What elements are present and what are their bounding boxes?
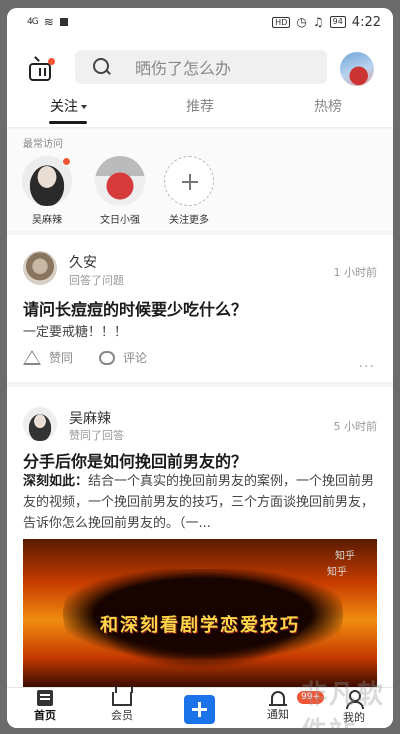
tv-icon[interactable]: [29, 63, 51, 81]
status-bar: 4G ≋ HD ◷ ♫ 94 4:22: [7, 8, 393, 36]
home-icon: [37, 690, 53, 706]
signal-icon: 4G: [27, 17, 39, 27]
bell-icon: [269, 691, 287, 706]
question-title[interactable]: 请问长痘痘的时候要少吃什么？: [23, 296, 247, 320]
chevron-down-icon: [81, 105, 87, 109]
author-name[interactable]: 久安: [69, 252, 97, 272]
activity-text: 赞同了回答: [69, 429, 124, 442]
avatar[interactable]: [23, 251, 57, 285]
answer-excerpt[interactable]: 深刻如此：结合一个真实的挽回前男友的案例，一个挽回前男友的视频，一个挽回前男友的…: [23, 471, 377, 534]
media-watermark: 知乎: [327, 567, 347, 578]
feed-card[interactable]: 吴麻辣 赞同了回答 5 小时前 分手后你是如何挽回前男友的？ 深刻如此：结合一个…: [7, 387, 393, 687]
video-thumbnail[interactable]: 知乎 知乎 和深刻看剧学恋爱技巧: [23, 539, 377, 687]
alarm-icon: ◷: [296, 15, 307, 29]
comment-button[interactable]: 评论: [99, 349, 147, 366]
answer-author: 深刻如此：: [23, 474, 89, 489]
timestamp: 1 小时前: [333, 266, 378, 279]
site-watermark: 非凡软件站: [301, 680, 386, 728]
avatar: [95, 156, 145, 206]
media-caption: 和深刻看剧学恋爱技巧: [100, 615, 300, 636]
crown-icon: [112, 687, 133, 706]
more-icon[interactable]: ···: [359, 359, 375, 375]
frequent-item-label: 关注更多: [169, 215, 209, 226]
author-name[interactable]: 吴麻辣: [69, 408, 111, 428]
tab-membership[interactable]: 会员: [95, 687, 149, 723]
top-header: 晒伤了怎么办: [7, 36, 393, 92]
status-time: 4:22: [351, 14, 381, 30]
hd-icon: HD: [272, 16, 291, 28]
avatar[interactable]: [23, 407, 57, 441]
media-watermark: 知乎: [335, 551, 355, 562]
search-bar[interactable]: 晒伤了怎么办: [75, 50, 327, 84]
create-button[interactable]: [184, 695, 215, 724]
plus-icon: [182, 174, 198, 190]
battery-icon: 94: [329, 16, 346, 28]
frequent-item[interactable]: 文日小强: [90, 156, 150, 226]
activity-text: 回答了问题: [69, 274, 124, 287]
active-tab-indicator: [49, 121, 87, 124]
user-avatar[interactable]: [340, 52, 374, 86]
answer-excerpt[interactable]: 一定要戒糖！！！: [23, 321, 127, 340]
new-dot: [62, 157, 71, 166]
card-actions: 赞同 评论: [23, 349, 173, 366]
add-circle: [164, 156, 214, 206]
search-icon: [93, 58, 111, 76]
phone-screen: 4G ≋ HD ◷ ♫ 94 4:22 晒伤了怎么办 关注 推荐 热榜 最常访问: [7, 8, 393, 728]
search-input[interactable]: 晒伤了怎么办: [135, 55, 231, 79]
frequent-item-label: 文日小强: [100, 215, 140, 226]
question-title[interactable]: 分手后你是如何挽回前男友的？: [23, 448, 247, 472]
follow-more-button[interactable]: 关注更多: [159, 156, 219, 226]
upvote-icon: [23, 350, 41, 365]
tab-recommend[interactable]: 推荐: [186, 96, 214, 116]
avatar: [22, 156, 72, 206]
tab-label: 通知: [267, 708, 289, 721]
timestamp: 5 小时前: [333, 420, 378, 433]
tab-following[interactable]: 关注: [50, 96, 87, 116]
frequent-item[interactable]: 吴麻辣: [17, 156, 77, 226]
tab-label: 关注: [50, 99, 78, 115]
comment-label: 评论: [123, 351, 148, 365]
wifi-icon: ≋: [43, 15, 54, 29]
feed-tabs: 关注 推荐 热榜: [7, 92, 393, 128]
tab-label: 会员: [111, 709, 133, 722]
frequent-visits: 最常访问 吴麻辣 文日小强 关注更多: [7, 129, 393, 231]
tab-hot[interactable]: 热榜: [314, 96, 342, 116]
mute-icon: ♫: [312, 15, 324, 29]
feed-card[interactable]: 久安 回答了问题 1 小时前 请问长痘痘的时候要少吃什么？ 一定要戒糖！！！ 赞…: [7, 235, 393, 382]
upvote-button[interactable]: 赞同: [23, 349, 73, 366]
section-title: 最常访问: [23, 139, 63, 150]
frequent-item-label: 吴麻辣: [32, 215, 62, 226]
comment-icon: [99, 350, 116, 365]
notification-icon: [59, 18, 68, 26]
tab-label: 首页: [34, 709, 56, 722]
upvote-label: 赞同: [49, 351, 74, 365]
new-dot: [48, 58, 55, 65]
tab-home[interactable]: 首页: [18, 690, 72, 723]
